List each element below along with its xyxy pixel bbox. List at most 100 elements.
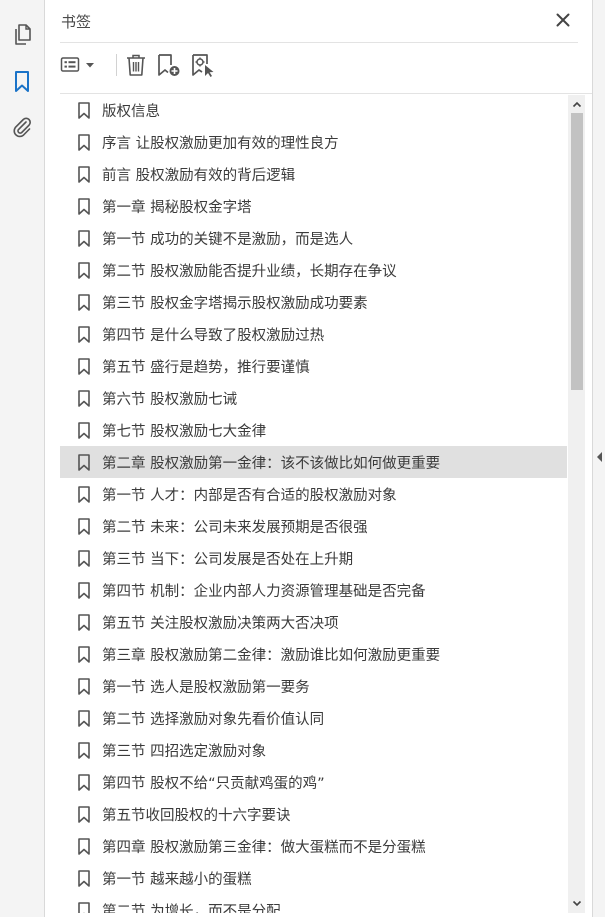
bookmark-label: 第三节 四招选定激励对象 — [102, 743, 267, 760]
bookmark-icon — [78, 613, 102, 631]
bookmark-item[interactable]: 序言 让股权激励更加有效的理性良方 — [60, 126, 567, 158]
scrollbar[interactable] — [568, 95, 585, 913]
scrollbar-thumb[interactable] — [571, 113, 583, 390]
bookmark-label: 第四节 股权不给“只贡献鸡蛋的鸡” — [102, 775, 325, 792]
bookmark-icon — [78, 485, 102, 503]
close-icon[interactable] — [553, 10, 573, 30]
bookmark-icon — [78, 517, 102, 535]
bookmark-icon — [78, 133, 102, 151]
bookmark-label: 第六节 股权激励七诫 — [102, 391, 238, 408]
bookmark-item[interactable]: 第一节 越来越小的蛋糕 — [60, 862, 567, 894]
bookmark-item[interactable]: 第三节 当下：公司发展是否处在上升期 — [60, 542, 567, 574]
bookmark-item[interactable]: 第二章 股权激励第一金律：该不该做比如何做更重要 — [60, 446, 567, 478]
bookmark-item[interactable]: 第三节 四招选定激励对象 — [60, 734, 567, 766]
delete-icon[interactable] — [124, 50, 148, 80]
bookmark-icon — [78, 741, 102, 759]
attachment-icon[interactable] — [8, 114, 36, 142]
collapse-panel-arrow-icon[interactable] — [595, 450, 604, 464]
bookmark-item[interactable]: 第三章 股权激励第二金律：激励谁比如何激励更重要 — [60, 638, 567, 670]
bookmark-item[interactable]: 版权信息 — [60, 94, 567, 126]
scroll-up-arrow-icon[interactable] — [568, 96, 585, 112]
bookmark-label: 第二节 选择激励对象先看价值认同 — [102, 711, 325, 728]
bookmark-icon — [78, 261, 102, 279]
pages-icon[interactable] — [8, 21, 36, 49]
bookmark-item[interactable]: 第五节 盛行是趋势，推行要谨慎 — [60, 350, 567, 382]
bookmark-label: 第四章 股权激励第三金律：做大蛋糕而不是分蛋糕 — [102, 839, 426, 856]
bookmark-item[interactable]: 第一节 成功的关键不是激励，而是选人 — [60, 222, 567, 254]
bookmark-label: 第五节收回股权的十六字要诀 — [102, 807, 291, 824]
bookmark-icon — [78, 357, 102, 375]
bookmarks-panel: 书签 版权信息 序言 让股权激励更加有效的理性良方 前言 股权激励有效的背后逻辑… — [46, 0, 596, 917]
bookmark-icon — [78, 389, 102, 407]
bookmark-item[interactable]: 第六节 股权激励七诫 — [60, 382, 567, 414]
bookmark-item[interactable]: 第四节 机制：企业内部人力资源管理基础是否完备 — [60, 574, 567, 606]
bookmark-icon[interactable] — [8, 68, 36, 96]
bookmark-label: 第五节 关注股权激励决策两大否决项 — [102, 615, 339, 632]
bookmark-item[interactable]: 第一章 揭秘股权金字塔 — [60, 190, 567, 222]
bookmark-icon — [78, 421, 102, 439]
bookmark-icon — [78, 773, 102, 791]
bookmark-label: 第二节 未来：公司未来发展预期是否很强 — [102, 519, 368, 536]
bookmark-item[interactable]: 第四节 股权不给“只贡献鸡蛋的鸡” — [60, 766, 567, 798]
toolbar-separator — [116, 54, 117, 76]
bookmark-label: 第五节 盛行是趋势，推行要谨慎 — [102, 359, 310, 376]
new-bookmark-icon[interactable] — [156, 50, 182, 80]
navigation-rail — [0, 0, 45, 917]
bookmark-item[interactable]: 第二节 为增长，而不是分配 — [60, 894, 567, 913]
bookmark-list-frame: 版权信息序言 让股权激励更加有效的理性良方 前言 股权激励有效的背后逻辑 第一章 揭… — [60, 93, 596, 913]
bookmark-label: 第二章 股权激励第一金律：该不该做比如何做更重要 — [102, 455, 441, 472]
bookmark-label: 第七节 股权激励七大金律 — [102, 423, 267, 440]
bookmark-from-structure-icon[interactable] — [190, 50, 216, 80]
bookmark-item[interactable]: 第一节 选人是股权激励第一要务 — [60, 670, 567, 702]
bookmark-icon — [78, 197, 102, 215]
bookmark-item[interactable]: 第二节 股权激励能否提升业绩，长期存在争议 — [60, 254, 567, 286]
bookmark-icon — [78, 229, 102, 247]
bookmark-icon — [78, 805, 102, 823]
bookmark-item[interactable]: 第一节 人才：内部是否有合适的股权激励对象 — [60, 478, 567, 510]
bookmark-label: 第一节 成功的关键不是激励，而是选人 — [102, 231, 354, 248]
bookmark-icon — [78, 101, 102, 119]
bookmark-icon — [78, 677, 102, 695]
bookmark-label: 第三章 股权激励第二金律：激励谁比如何激励更重要 — [102, 647, 441, 664]
bookmark-item[interactable]: 第五节收回股权的十六字要诀 — [60, 798, 567, 830]
bookmark-icon — [78, 293, 102, 311]
bookmark-item[interactable]: 第二节 未来：公司未来发展预期是否很强 — [60, 510, 567, 542]
bookmark-label: 第三节 当下：公司发展是否处在上升期 — [102, 551, 354, 568]
bookmark-label: 第一节 越来越小的蛋糕 — [102, 871, 252, 888]
bookmark-icon — [78, 837, 102, 855]
bookmark-item[interactable]: 第三节 股权金字塔揭示股权激励成功要素 — [60, 286, 567, 318]
bookmark-icon — [78, 325, 102, 343]
bookmark-item[interactable]: 前言 股权激励有效的背后逻辑 — [60, 158, 567, 190]
bookmark-label: 第二节 为增长，而不是分配 — [102, 903, 281, 914]
title-divider — [60, 42, 578, 43]
bookmark-icon — [78, 709, 102, 727]
bookmark-icon — [78, 165, 102, 183]
bookmark-icon — [78, 901, 102, 913]
bookmark-icon — [78, 581, 102, 599]
bookmark-label: 第四节 是什么导致了股权激励过热 — [102, 327, 325, 344]
bookmark-label: 第一节 选人是股权激励第一要务 — [102, 679, 310, 696]
bookmark-label: 第一章 揭秘股权金字塔 — [102, 199, 252, 216]
scroll-down-arrow-icon[interactable] — [568, 895, 585, 911]
bookmark-list: 版权信息序言 让股权激励更加有效的理性良方 前言 股权激励有效的背后逻辑 第一章 揭… — [60, 94, 567, 913]
bookmark-label: 第二节 股权激励能否提升业绩，长期存在争议 — [102, 263, 397, 280]
bookmark-label: 版权信息 — [102, 103, 160, 120]
bookmark-label: 第三节 股权金字塔揭示股权激励成功要素 — [102, 295, 368, 312]
panel-collapse-bar — [592, 0, 605, 917]
panel-title: 书签 — [61, 13, 92, 31]
bookmark-item[interactable]: 第七节 股权激励七大金律 — [60, 414, 567, 446]
bookmark-label: 前言 股权激励有效的背后逻辑 — [102, 167, 296, 184]
bookmark-icon — [78, 549, 102, 567]
bookmark-icon — [78, 453, 102, 471]
bookmark-icon — [78, 869, 102, 887]
bookmark-label: 第一节 人才：内部是否有合适的股权激励对象 — [102, 487, 397, 504]
bookmark-label: 第四节 机制：企业内部人力资源管理基础是否完备 — [102, 583, 426, 600]
bookmark-item[interactable]: 第五节 关注股权激励决策两大否决项 — [60, 606, 567, 638]
bookmark-item[interactable]: 第二节 选择激励对象先看价值认同 — [60, 702, 567, 734]
bookmark-icon — [78, 645, 102, 663]
bookmarks-toolbar — [58, 50, 578, 80]
bookmark-label: 序言 让股权激励更加有效的理性良方 — [102, 135, 339, 152]
bookmark-item[interactable]: 第四节 是什么导致了股权激励过热 — [60, 318, 567, 350]
options-menu-icon[interactable] — [60, 50, 96, 80]
bookmark-item[interactable]: 第四章 股权激励第三金律：做大蛋糕而不是分蛋糕 — [60, 830, 567, 862]
